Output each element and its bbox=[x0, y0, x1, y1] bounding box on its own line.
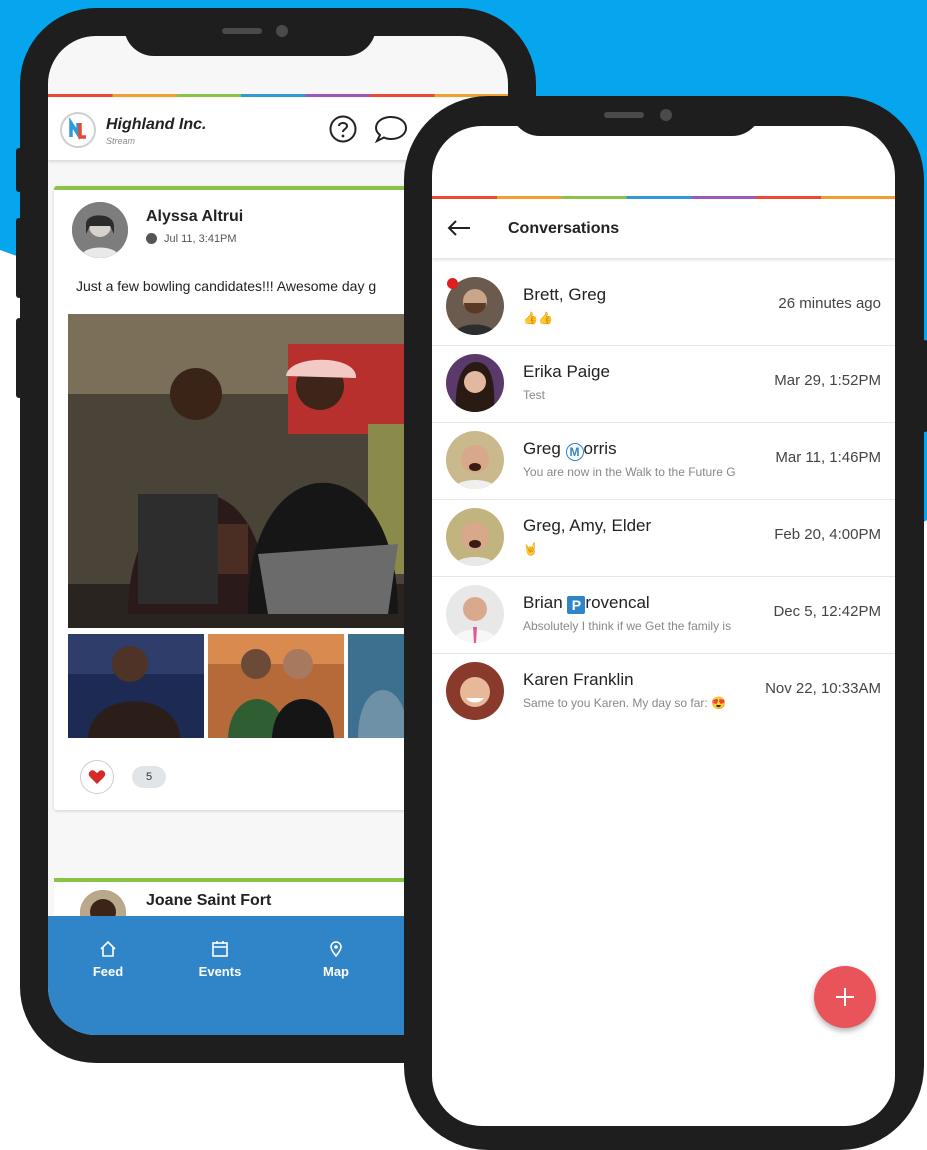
conversation-time: 26 minutes ago bbox=[778, 295, 881, 312]
conversation-time: Mar 29, 1:52PM bbox=[774, 372, 881, 389]
avatar bbox=[446, 431, 504, 489]
tab-events[interactable]: Events bbox=[190, 940, 250, 979]
plus-icon bbox=[836, 988, 854, 1006]
conversation-name: Greg Morris bbox=[523, 439, 617, 461]
post-author[interactable]: Joane Saint Fort bbox=[146, 892, 271, 910]
thumbnail[interactable] bbox=[208, 634, 344, 738]
conversation-time: Mar 11, 1:46PM bbox=[775, 449, 881, 466]
phone-conversations: Conversations Brett, Greg 👍👍 26 minutes … bbox=[404, 96, 927, 1150]
chat-icon[interactable] bbox=[374, 114, 408, 144]
page-title: Conversations bbox=[508, 220, 620, 237]
map-pin-icon bbox=[330, 941, 342, 958]
tab-map[interactable]: Map bbox=[306, 940, 366, 979]
conversation-item[interactable]: Greg Morris You are now in the Walk to t… bbox=[432, 422, 895, 500]
clock-icon bbox=[146, 233, 157, 244]
phone-side-button bbox=[16, 218, 22, 298]
avatar-photo bbox=[446, 585, 504, 643]
heart-icon bbox=[88, 770, 106, 784]
phone-notch bbox=[124, 8, 376, 56]
avatar-photo bbox=[446, 508, 504, 566]
conversation-name: Greg, Amy, Elder bbox=[523, 516, 652, 535]
home-icon bbox=[100, 940, 116, 957]
conversation-preview: Test bbox=[523, 388, 546, 402]
tab-label: Events bbox=[198, 964, 242, 979]
unread-indicator bbox=[447, 278, 458, 289]
like-count[interactable]: 5 bbox=[132, 766, 166, 788]
help-icon[interactable] bbox=[328, 114, 358, 144]
post-author[interactable]: Alyssa Altrui bbox=[146, 208, 243, 226]
conversation-name: Erika Paige bbox=[523, 362, 610, 381]
phone-notch bbox=[510, 96, 762, 136]
app-subtitle: Stream bbox=[106, 136, 136, 146]
logo-mark-icon bbox=[69, 116, 86, 141]
conversation-name: Karen Franklin bbox=[523, 670, 634, 689]
tab-feed[interactable]: Feed bbox=[78, 940, 138, 979]
avatar-photo bbox=[72, 202, 128, 258]
post-timestamp: Jul 11, 3:41PM bbox=[164, 233, 237, 245]
conversation-preview: 🤘 bbox=[523, 542, 538, 556]
avatar bbox=[446, 662, 504, 720]
app-title: Highland Inc. bbox=[106, 116, 207, 133]
conversation-preview: Absolutely I think if we Get the family … bbox=[523, 619, 732, 633]
tab-label: Feed bbox=[92, 964, 124, 979]
conversation-name: Brett, Greg bbox=[523, 285, 607, 304]
avatar[interactable] bbox=[72, 202, 128, 258]
name-text: Greg bbox=[523, 439, 566, 458]
conversation-item[interactable]: Brian Provencal Absolutely I think if we… bbox=[432, 576, 895, 654]
conversation-time: Dec 5, 12:42PM bbox=[773, 603, 881, 620]
conversation-time: Feb 20, 4:00PM bbox=[774, 526, 881, 543]
back-arrow-icon[interactable] bbox=[446, 218, 472, 238]
name-text: orris bbox=[583, 439, 617, 458]
thumbnail-photo bbox=[208, 634, 344, 738]
rainbow-divider bbox=[432, 196, 895, 199]
app-logo bbox=[60, 112, 96, 148]
post-text: Just a few bowling candidates!!! Awesome… bbox=[76, 278, 377, 294]
avatar bbox=[446, 354, 504, 412]
conversation-preview: You are now in the Walk to the Future G bbox=[523, 465, 736, 479]
conversation-item[interactable]: Greg, Amy, Elder 🤘 Feb 20, 4:00PM bbox=[432, 499, 895, 577]
tab-label: Map bbox=[323, 964, 349, 979]
name-badge-m: M bbox=[565, 443, 584, 461]
phone-side-button bbox=[16, 148, 22, 192]
like-button[interactable] bbox=[80, 760, 114, 794]
rainbow-divider bbox=[48, 94, 508, 97]
conversations-screen: Conversations Brett, Greg 👍👍 26 minutes … bbox=[432, 126, 895, 1126]
thumbnail-photo bbox=[68, 634, 204, 738]
name-text: Brian bbox=[523, 593, 568, 612]
avatar-photo bbox=[446, 662, 504, 720]
phone-side-button bbox=[16, 318, 22, 398]
calendar-icon bbox=[212, 941, 228, 957]
conversation-item[interactable]: Erika Paige Test Mar 29, 1:52PM bbox=[432, 345, 895, 423]
avatar bbox=[446, 508, 504, 566]
avatar-photo bbox=[446, 431, 504, 489]
conversation-preview: Same to you Karen. My day so far: 😍 bbox=[523, 696, 727, 710]
new-conversation-button[interactable] bbox=[814, 966, 876, 1028]
conversation-item[interactable]: Karen Franklin Same to you Karen. My day… bbox=[432, 653, 895, 730]
conversation-name: Brian Provencal bbox=[523, 593, 650, 614]
phone-side-button bbox=[922, 340, 927, 432]
conversation-item[interactable]: Brett, Greg 👍👍 26 minutes ago bbox=[432, 268, 895, 346]
avatar-photo bbox=[446, 354, 504, 412]
name-badge-p: P bbox=[567, 596, 586, 614]
name-text: rovencal bbox=[585, 593, 650, 612]
conversation-time: Nov 22, 10:33AM bbox=[765, 680, 881, 697]
avatar bbox=[446, 585, 504, 643]
conversation-preview: 👍👍 bbox=[523, 311, 553, 325]
conversations-header: Conversations bbox=[432, 200, 895, 258]
thumbnail[interactable] bbox=[68, 634, 204, 738]
